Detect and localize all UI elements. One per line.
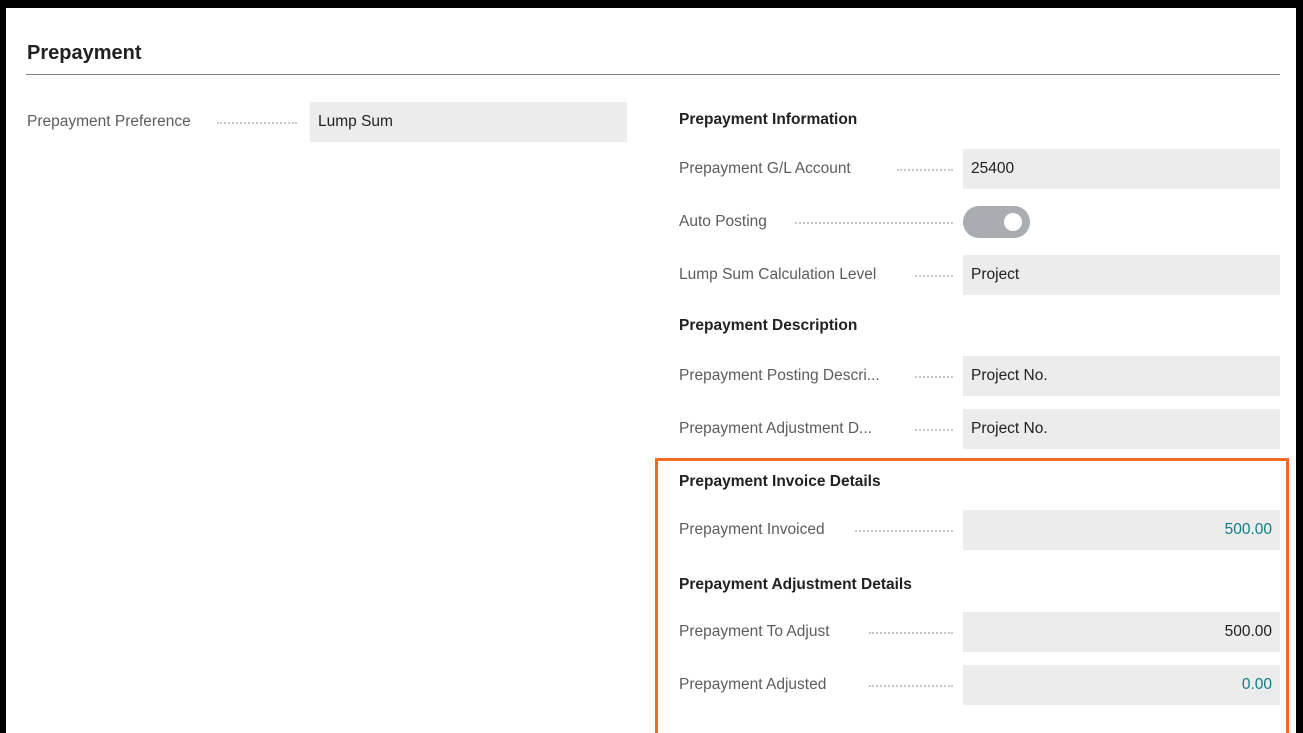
prepayment-invoiced-value-link[interactable]: 500.00 (963, 510, 1280, 550)
field-leader-dots (897, 169, 953, 171)
section-divider (26, 74, 1280, 75)
prepayment-preference-row: Prepayment Preference Lump Sum (27, 102, 627, 142)
prepayment-invoiced-row: Prepayment Invoiced 500.00 (679, 510, 1280, 550)
prepayment-posting-description-field[interactable]: Project No. (963, 356, 1280, 396)
auto-posting-row: Auto Posting (679, 202, 959, 242)
prepayment-adjustment-description-row: Prepayment Adjustment D... Project No. (679, 409, 1280, 449)
field-leader-dots (915, 376, 953, 378)
section-title[interactable]: Prepayment (27, 42, 142, 65)
prepayment-information-heading: Prepayment Information (679, 111, 858, 128)
auto-posting-toggle[interactable] (963, 206, 1030, 238)
prepayment-posting-description-row: Prepayment Posting Descri... Project No. (679, 356, 1280, 396)
field-leader-dots (915, 275, 953, 277)
prepayment-preference-select[interactable]: Lump Sum (310, 102, 627, 142)
lump-sum-calc-level-row: Lump Sum Calculation Level Project (679, 255, 1280, 295)
prepayment-gl-account-field[interactable]: 25400 (963, 149, 1280, 189)
prepayment-adjustment-description-label: Prepayment Adjustment D... (679, 420, 872, 437)
prepayment-invoiced-label: Prepayment Invoiced (679, 521, 825, 538)
field-leader-dots (855, 530, 953, 532)
prepayment-adjusted-label: Prepayment Adjusted (679, 676, 827, 693)
field-leader-dots (795, 222, 953, 224)
prepayment-gl-account-label: Prepayment G/L Account (679, 160, 851, 177)
prepayment-preference-label: Prepayment Preference (27, 113, 191, 130)
auto-posting-label: Auto Posting (679, 213, 767, 230)
field-leader-dots (915, 429, 953, 431)
field-leader-dots (869, 685, 953, 687)
field-leader-dots (869, 632, 953, 634)
prepayment-adjustment-description-field[interactable]: Project No. (963, 409, 1280, 449)
prepayment-description-heading: Prepayment Description (679, 317, 858, 334)
prepayment-adjusted-row: Prepayment Adjusted 0.00 (679, 665, 1280, 705)
toggle-knob (1004, 213, 1022, 231)
prepayment-invoice-details-heading: Prepayment Invoice Details (679, 473, 881, 490)
prepayment-to-adjust-row: Prepayment To Adjust 500.00 (679, 612, 1280, 652)
prepayment-adjusted-value-link[interactable]: 0.00 (963, 665, 1280, 705)
prepayment-to-adjust-label: Prepayment To Adjust (679, 623, 830, 640)
lump-sum-calc-level-select[interactable]: Project (963, 255, 1280, 295)
lump-sum-calc-level-label: Lump Sum Calculation Level (679, 266, 877, 283)
prepayment-posting-description-label: Prepayment Posting Descri... (679, 367, 880, 384)
field-leader-dots (217, 122, 297, 124)
prepayment-adjustment-details-heading: Prepayment Adjustment Details (679, 576, 912, 593)
prepayment-gl-account-row: Prepayment G/L Account 25400 (679, 149, 1280, 189)
prepayment-to-adjust-field[interactable]: 500.00 (963, 612, 1280, 652)
